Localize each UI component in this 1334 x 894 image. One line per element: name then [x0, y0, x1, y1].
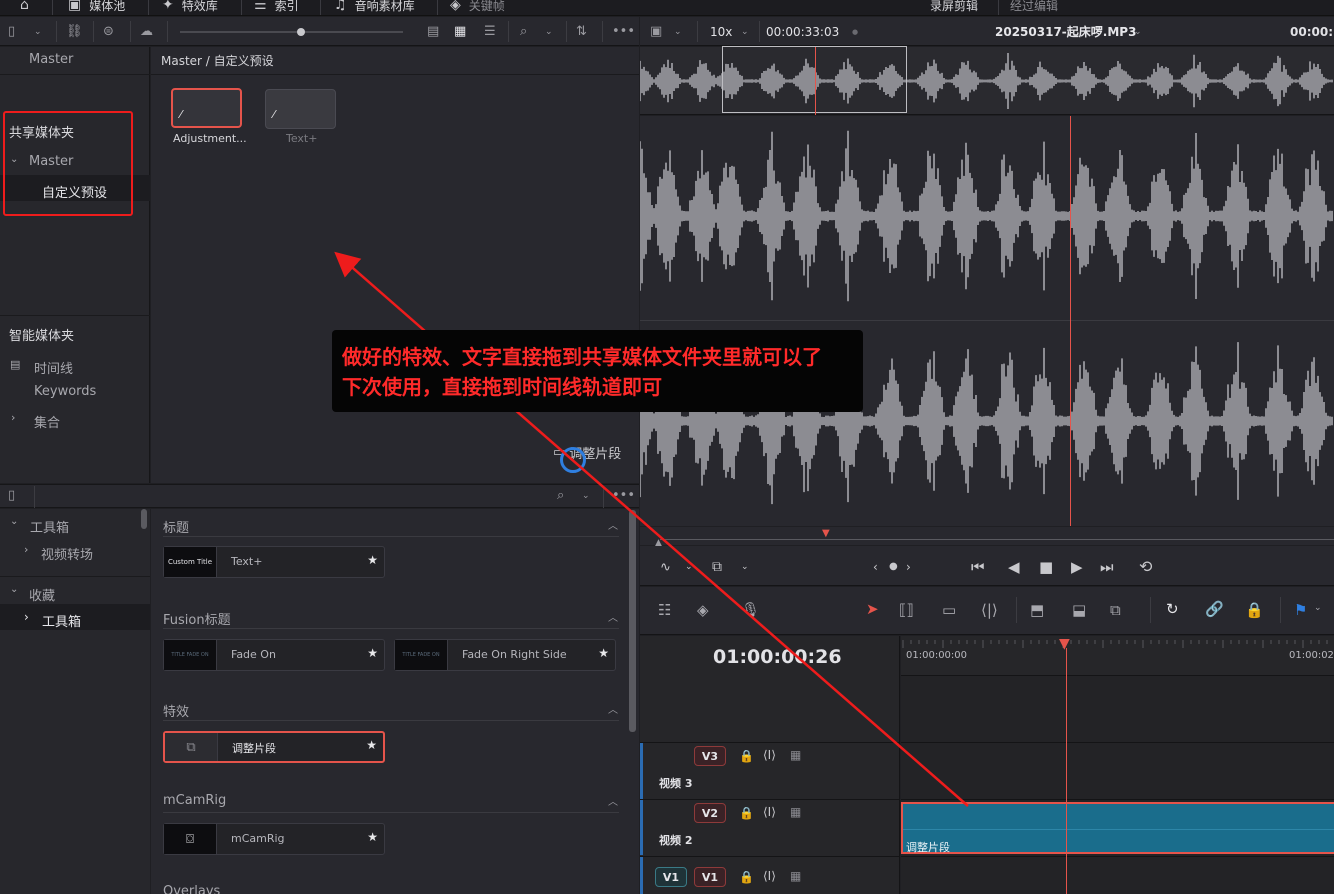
annotation-arrows — [334, 251, 969, 807]
annotation-text: 做好的特效、文字直接拖到共享媒体文件夹里就可以了 下次使用，直接拖到时间线轨道即… — [342, 345, 822, 399]
annotation-callout: 做好的特效、文字直接拖到共享媒体文件夹里就可以了 下次使用，直接拖到时间线轨道即… — [332, 330, 863, 412]
